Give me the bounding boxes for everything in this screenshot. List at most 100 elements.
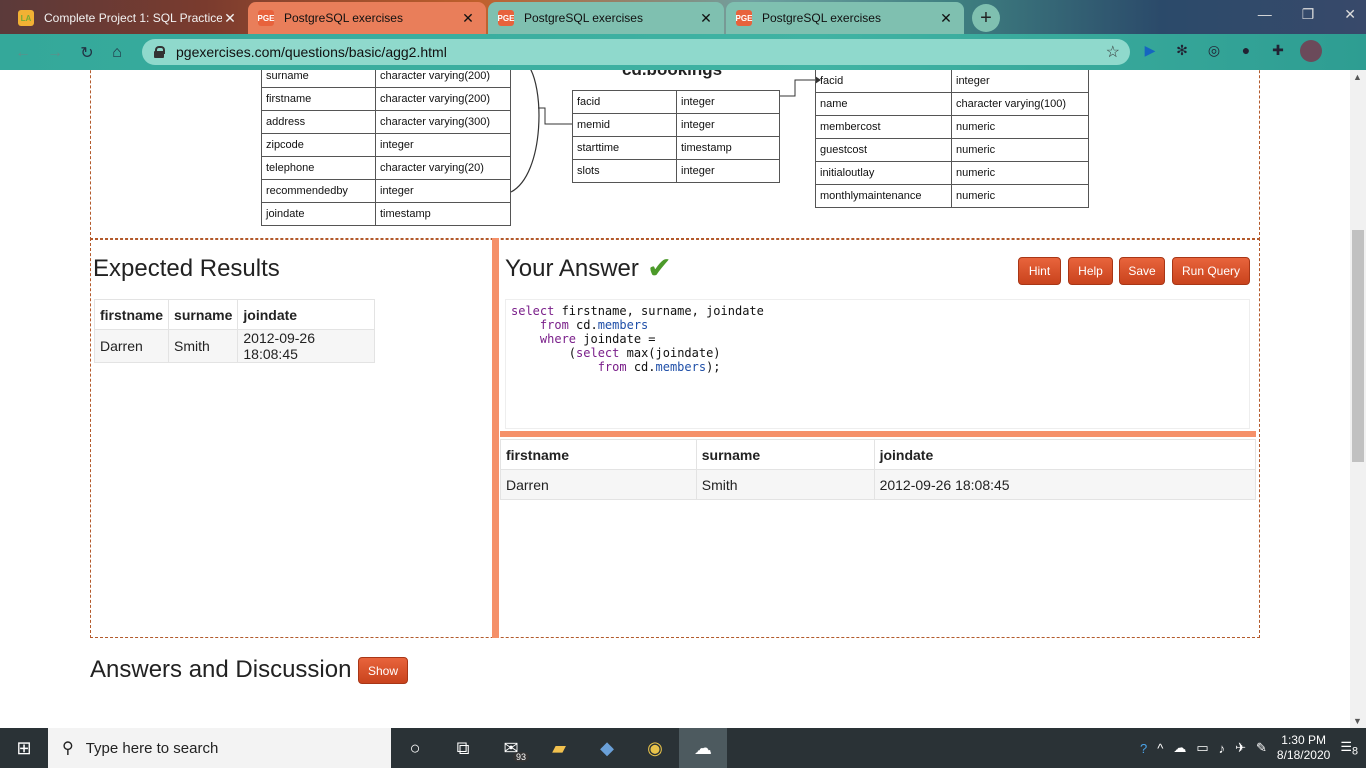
bookmark-star-icon[interactable]: ☆: [1106, 42, 1120, 62]
sql-query-editor[interactable]: select firstname, surname, joindate from…: [505, 299, 1250, 429]
column-type-cell: integer: [375, 133, 511, 157]
column-type-cell: timestamp: [375, 202, 511, 226]
help-icon[interactable]: ?: [1140, 741, 1147, 756]
tab-pgexercises-2[interactable]: PGE PostgreSQL exercises ✕: [488, 2, 724, 34]
schema-row: telephone character varying(20): [261, 156, 511, 180]
scroll-down-icon[interactable]: ▼: [1353, 716, 1362, 726]
schema-row: surname character varying(200): [261, 70, 511, 88]
close-tab-icon[interactable]: ✕: [698, 10, 714, 27]
show-answers-button[interactable]: Show: [358, 657, 408, 684]
file-explorer-icon[interactable]: ▰: [535, 728, 583, 768]
tab-favicon-icon: PGE: [498, 10, 514, 26]
table-cell: Darren: [93, 329, 170, 363]
column-type-cell: numeric: [951, 161, 1089, 185]
extensions-puzzle-icon[interactable]: ✚: [1268, 40, 1288, 60]
exercise-panel: [90, 238, 1260, 638]
editor-resize-handle[interactable]: [500, 431, 1256, 437]
close-window-icon[interactable]: ✕: [1344, 6, 1356, 23]
system-clock[interactable]: 1:30 PM 8/18/2020: [1277, 733, 1330, 763]
windows-start-icon[interactable]: ⊞: [0, 728, 48, 768]
schema-row: initialoutlay numeric: [815, 161, 1089, 185]
minimize-icon[interactable]: —: [1258, 6, 1272, 23]
tab-pgexercises-active[interactable]: PGE PostgreSQL exercises ✕: [248, 2, 486, 34]
column-name-cell: zipcode: [261, 133, 376, 157]
page-scrollbar[interactable]: ▲ ▼: [1350, 70, 1366, 728]
facilities-schema-table: facid integer name character varying(100) me…: [815, 70, 1089, 208]
column-name-cell: telephone: [261, 156, 376, 180]
scroll-up-icon[interactable]: ▲: [1353, 72, 1362, 82]
schema-row: name character varying(100): [815, 92, 1089, 116]
column-type-cell: numeric: [951, 115, 1089, 139]
extension-atom-icon[interactable]: ✻: [1172, 40, 1192, 60]
column-name-cell: membercost: [815, 115, 952, 139]
close-tab-icon[interactable]: ✕: [938, 10, 954, 27]
column-name-cell: address: [261, 110, 376, 134]
windows-taskbar: ⊞ ⚲ Type here to search ○ ⧉ ✉ 93 ▰ ◆ ◉ ☁ …: [0, 728, 1366, 768]
column-type-cell: timestamp: [676, 136, 780, 160]
volume-icon[interactable]: ♪: [1219, 741, 1226, 756]
tab-pgexercises-3[interactable]: PGE PostgreSQL exercises ✕: [726, 2, 964, 34]
extension-target-icon[interactable]: ◎: [1204, 40, 1224, 60]
task-view-icon[interactable]: ⧉: [439, 728, 487, 768]
tab-title: PostgreSQL exercises: [284, 11, 403, 25]
save-button[interactable]: Save: [1119, 257, 1165, 285]
reload-icon[interactable]: ↻: [76, 42, 98, 64]
battery-icon[interactable]: ▭: [1196, 740, 1208, 756]
column-type-cell: character varying(100): [951, 92, 1089, 116]
address-bar[interactable]: pgexercises.com/questions/basic/agg2.htm…: [142, 39, 1130, 65]
schema-row: monthlymaintenance numeric: [815, 184, 1089, 208]
bookings-facid-connector: [779, 79, 815, 97]
column-type-cell: numeric: [951, 138, 1089, 162]
help-button[interactable]: Help: [1068, 257, 1113, 285]
taskbar-search-placeholder: Type here to search: [85, 739, 219, 757]
notification-count: 8: [1351, 745, 1358, 758]
column-name-cell: starttime: [572, 136, 677, 160]
column-type-cell: character varying(200): [375, 87, 511, 111]
close-tab-icon[interactable]: ✕: [222, 10, 238, 27]
new-tab-button[interactable]: +: [972, 4, 1000, 32]
hint-button[interactable]: Hint: [1018, 257, 1061, 285]
app-photos-icon[interactable]: ☁: [679, 728, 727, 768]
chrome-icon[interactable]: ◉: [631, 728, 679, 768]
bookings-table-title: cd.bookings: [622, 70, 722, 80]
answers-discussion-heading: Answers and Discussion: [90, 656, 352, 683]
back-arrow-icon[interactable]: ←: [12, 42, 34, 64]
extension-flag-icon[interactable]: ▶: [1140, 40, 1160, 60]
page-content: surname character varying(200) firstname ch…: [0, 70, 1350, 728]
restore-icon[interactable]: ❐: [1302, 6, 1315, 23]
panel-splitter[interactable]: [492, 238, 499, 638]
tab-title: PostgreSQL exercises: [762, 11, 881, 25]
column-header: firstname: [500, 439, 697, 470]
column-name-cell: initialoutlay: [815, 161, 952, 185]
column-header: firstname: [93, 299, 170, 330]
airplane-icon[interactable]: ✈: [1235, 740, 1246, 756]
column-header: surname: [695, 439, 875, 470]
window-controls: — ❐ ✕: [1258, 6, 1356, 23]
system-tray: ? ^ ☁ ▭ ♪ ✈ ✎ 1:30 PM 8/18/2020 ☰8: [1140, 728, 1366, 768]
column-type-cell: character varying(20): [375, 156, 511, 180]
table-cell: Smith: [695, 469, 875, 500]
url-text: pgexercises.com/questions/basic/agg2.htm…: [176, 44, 447, 60]
taskbar-search-box[interactable]: ⚲ Type here to search: [48, 728, 391, 768]
mail-icon[interactable]: ✉ 93: [487, 728, 535, 768]
schema-row: memid integer: [572, 113, 780, 137]
tab-sql-practice[interactable]: LA Complete Project 1: SQL Practice ✕: [8, 2, 248, 34]
scrollbar-thumb[interactable]: [1352, 230, 1364, 462]
forward-arrow-icon[interactable]: →: [44, 42, 66, 64]
extension-circle-icon[interactable]: ●: [1236, 40, 1256, 60]
browser-tab-strip: LA Complete Project 1: SQL Practice ✕ PG…: [0, 0, 1366, 34]
profile-avatar[interactable]: [1300, 40, 1322, 62]
close-tab-icon[interactable]: ✕: [460, 10, 476, 27]
tab-title: Complete Project 1: SQL Practice: [44, 11, 222, 25]
onedrive-icon[interactable]: ☁: [1173, 740, 1186, 756]
clock-date: 8/18/2020: [1276, 748, 1331, 762]
notification-icon[interactable]: ☰8: [1340, 739, 1358, 758]
cortana-icon[interactable]: ○: [391, 728, 439, 768]
query-results-table: firstname surname joindate Darren Smith 2012-…: [500, 439, 1257, 500]
run-query-button[interactable]: Run Query: [1172, 257, 1250, 285]
sql-developer-icon[interactable]: ◆: [583, 728, 631, 768]
table-cell: 2012-09-26 18:08:45: [237, 329, 375, 363]
chevron-up-icon[interactable]: ^: [1157, 741, 1163, 756]
home-icon[interactable]: ⌂: [106, 42, 128, 64]
pen-icon[interactable]: ✎: [1256, 740, 1267, 756]
